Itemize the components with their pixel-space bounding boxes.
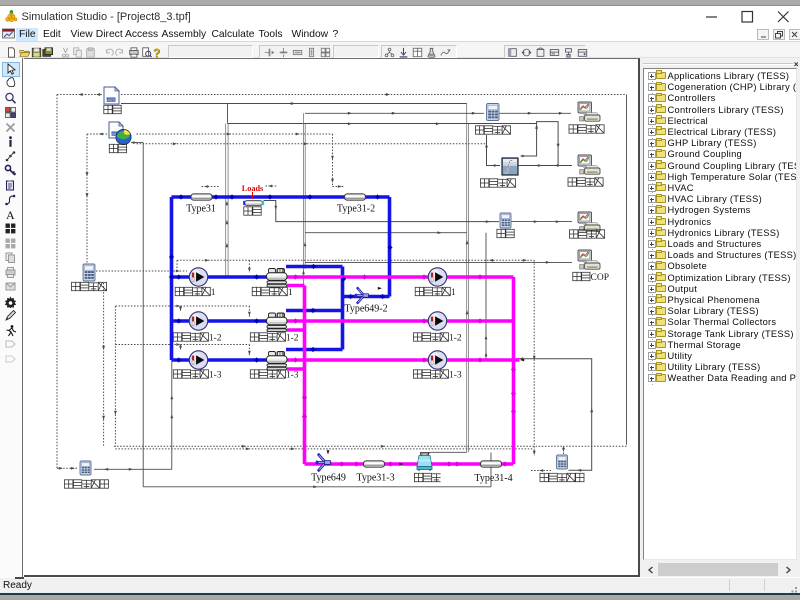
svg-text:Type31-2: Type31-2 bbox=[337, 204, 375, 215]
svg-text:Type31-4: Type31-4 bbox=[474, 473, 512, 484]
svg-text:A: A bbox=[6, 208, 15, 221]
svg-text:1: 1 bbox=[211, 288, 216, 298]
svg-text:1-3: 1-3 bbox=[286, 370, 299, 380]
svg-text:1-3: 1-3 bbox=[209, 370, 222, 380]
svg-text:1: 1 bbox=[288, 288, 293, 298]
svg-text:1-2: 1-2 bbox=[209, 333, 222, 343]
svg-text:Type649-2: Type649-2 bbox=[344, 304, 387, 315]
svg-text:1-2: 1-2 bbox=[449, 333, 462, 343]
svg-text:1-2: 1-2 bbox=[286, 333, 299, 343]
svg-text:Loads: Loads bbox=[242, 184, 263, 193]
svg-text:1-3: 1-3 bbox=[449, 370, 462, 380]
svg-text:COP: COP bbox=[591, 273, 609, 283]
svg-text:Type31: Type31 bbox=[186, 204, 216, 215]
svg-text:Type649: Type649 bbox=[311, 473, 346, 484]
svg-text:Type31-3: Type31-3 bbox=[356, 473, 394, 484]
svg-text:USER: USER bbox=[106, 98, 116, 102]
svg-text:1: 1 bbox=[451, 288, 456, 298]
